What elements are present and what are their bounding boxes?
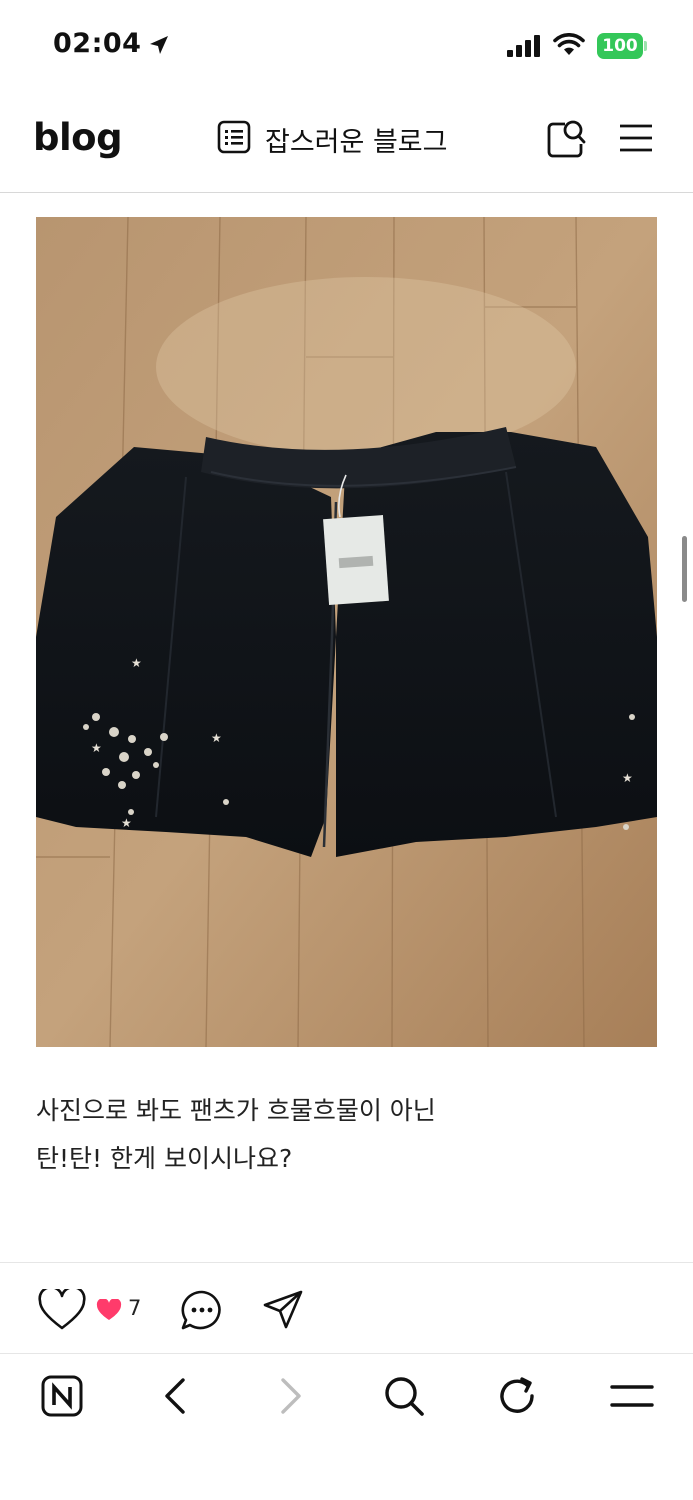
post-text-line-2: 탄!탄! 한게 보이시나요? <box>36 1144 293 1173</box>
status-bar: 02:04 100 <box>0 0 693 92</box>
battery-tip <box>644 41 647 51</box>
search-icon[interactable] <box>545 118 587 160</box>
post-photo[interactable]: ★ ★ ★ ★ ★ <box>36 217 657 1047</box>
post-body-text: 사진으로 봐도 팬츠가 흐물흐물이 아닌 탄!탄! 한게 보이시나요? <box>36 1087 657 1183</box>
battery-level: 100 <box>597 33 643 59</box>
refresh-icon[interactable] <box>496 1374 540 1418</box>
status-time: 02:04 <box>53 28 142 59</box>
like-badge-icon <box>96 1299 122 1320</box>
blog-name[interactable]: 잡스러운 블로그 <box>265 120 447 159</box>
svg-text:★: ★ <box>622 771 633 785</box>
svg-text:★: ★ <box>91 741 102 755</box>
heart-icon[interactable] <box>38 1289 86 1331</box>
svg-text:★: ★ <box>211 731 222 745</box>
menu-icon[interactable] <box>610 1374 654 1418</box>
share-icon[interactable] <box>262 1289 304 1331</box>
comment-icon[interactable] <box>180 1289 224 1331</box>
battery-icon: 100 <box>597 33 647 59</box>
location-arrow-icon <box>150 36 168 54</box>
naver-home-icon[interactable] <box>40 1374 84 1418</box>
scroll-indicator[interactable] <box>682 536 687 602</box>
signal-bars-icon <box>507 35 540 57</box>
pants-photo-image: ★ ★ ★ ★ ★ <box>36 217 657 1047</box>
post-text-line-1: 사진으로 봐도 팬츠가 흐물흐물이 아닌 <box>36 1096 436 1125</box>
list-icon[interactable] <box>217 120 251 154</box>
blog-logo[interactable]: blog <box>33 116 123 159</box>
wifi-icon <box>553 33 585 55</box>
post-action-bar: 7 <box>0 1262 693 1354</box>
blog-header: blog 잡스러운 블로그 <box>0 92 693 193</box>
menu-icon[interactable] <box>618 122 654 154</box>
like-count[interactable]: 7 <box>128 1296 141 1320</box>
svg-text:★: ★ <box>121 816 132 830</box>
browser-toolbar <box>0 1354 693 1500</box>
svg-text:★: ★ <box>131 656 142 670</box>
back-icon[interactable] <box>154 1374 198 1418</box>
search-icon[interactable] <box>382 1374 426 1418</box>
forward-icon[interactable] <box>268 1374 312 1418</box>
